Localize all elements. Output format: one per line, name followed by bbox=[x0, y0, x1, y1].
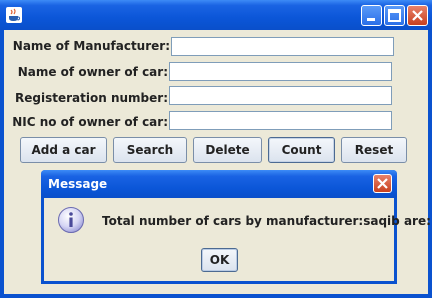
ok-button[interactable]: OK bbox=[201, 248, 238, 272]
dialog-title: Message bbox=[48, 177, 108, 191]
dialog-titlebar[interactable]: Message bbox=[41, 170, 397, 198]
dialog-close-button[interactable] bbox=[373, 174, 392, 193]
nic-input[interactable] bbox=[169, 111, 392, 130]
minimize-icon bbox=[367, 18, 375, 21]
manufacturer-input[interactable] bbox=[171, 37, 394, 56]
info-icon bbox=[58, 207, 84, 233]
count-button[interactable]: Count bbox=[268, 137, 335, 163]
dialog-body: Total number of cars by manufacturer:saq… bbox=[44, 198, 432, 281]
main-titlebar[interactable] bbox=[0, 0, 432, 30]
maximize-icon bbox=[388, 9, 401, 22]
manufacturer-label: Name of Manufacturer: bbox=[12, 39, 170, 53]
java-cup-icon bbox=[6, 7, 22, 23]
close-icon bbox=[377, 178, 388, 189]
maximize-button[interactable] bbox=[384, 5, 405, 26]
dialog-message: Total number of cars by manufacturer:saq… bbox=[102, 214, 432, 228]
owner-name-label: Name of owner of car: bbox=[17, 65, 168, 79]
minimize-button[interactable] bbox=[361, 5, 382, 26]
nic-label: NIC no of owner of car: bbox=[12, 115, 168, 129]
registration-label: Registeration number: bbox=[15, 91, 168, 105]
owner-name-input[interactable] bbox=[169, 62, 392, 81]
add-car-button[interactable]: Add a car bbox=[20, 137, 107, 163]
close-icon bbox=[412, 10, 423, 21]
search-button[interactable]: Search bbox=[113, 137, 187, 163]
close-button[interactable] bbox=[407, 5, 428, 26]
registration-input[interactable] bbox=[169, 86, 392, 105]
reset-button[interactable]: Reset bbox=[341, 137, 407, 163]
message-dialog: Message Total number of cars by manufact… bbox=[41, 170, 432, 284]
delete-button[interactable]: Delete bbox=[193, 137, 262, 163]
